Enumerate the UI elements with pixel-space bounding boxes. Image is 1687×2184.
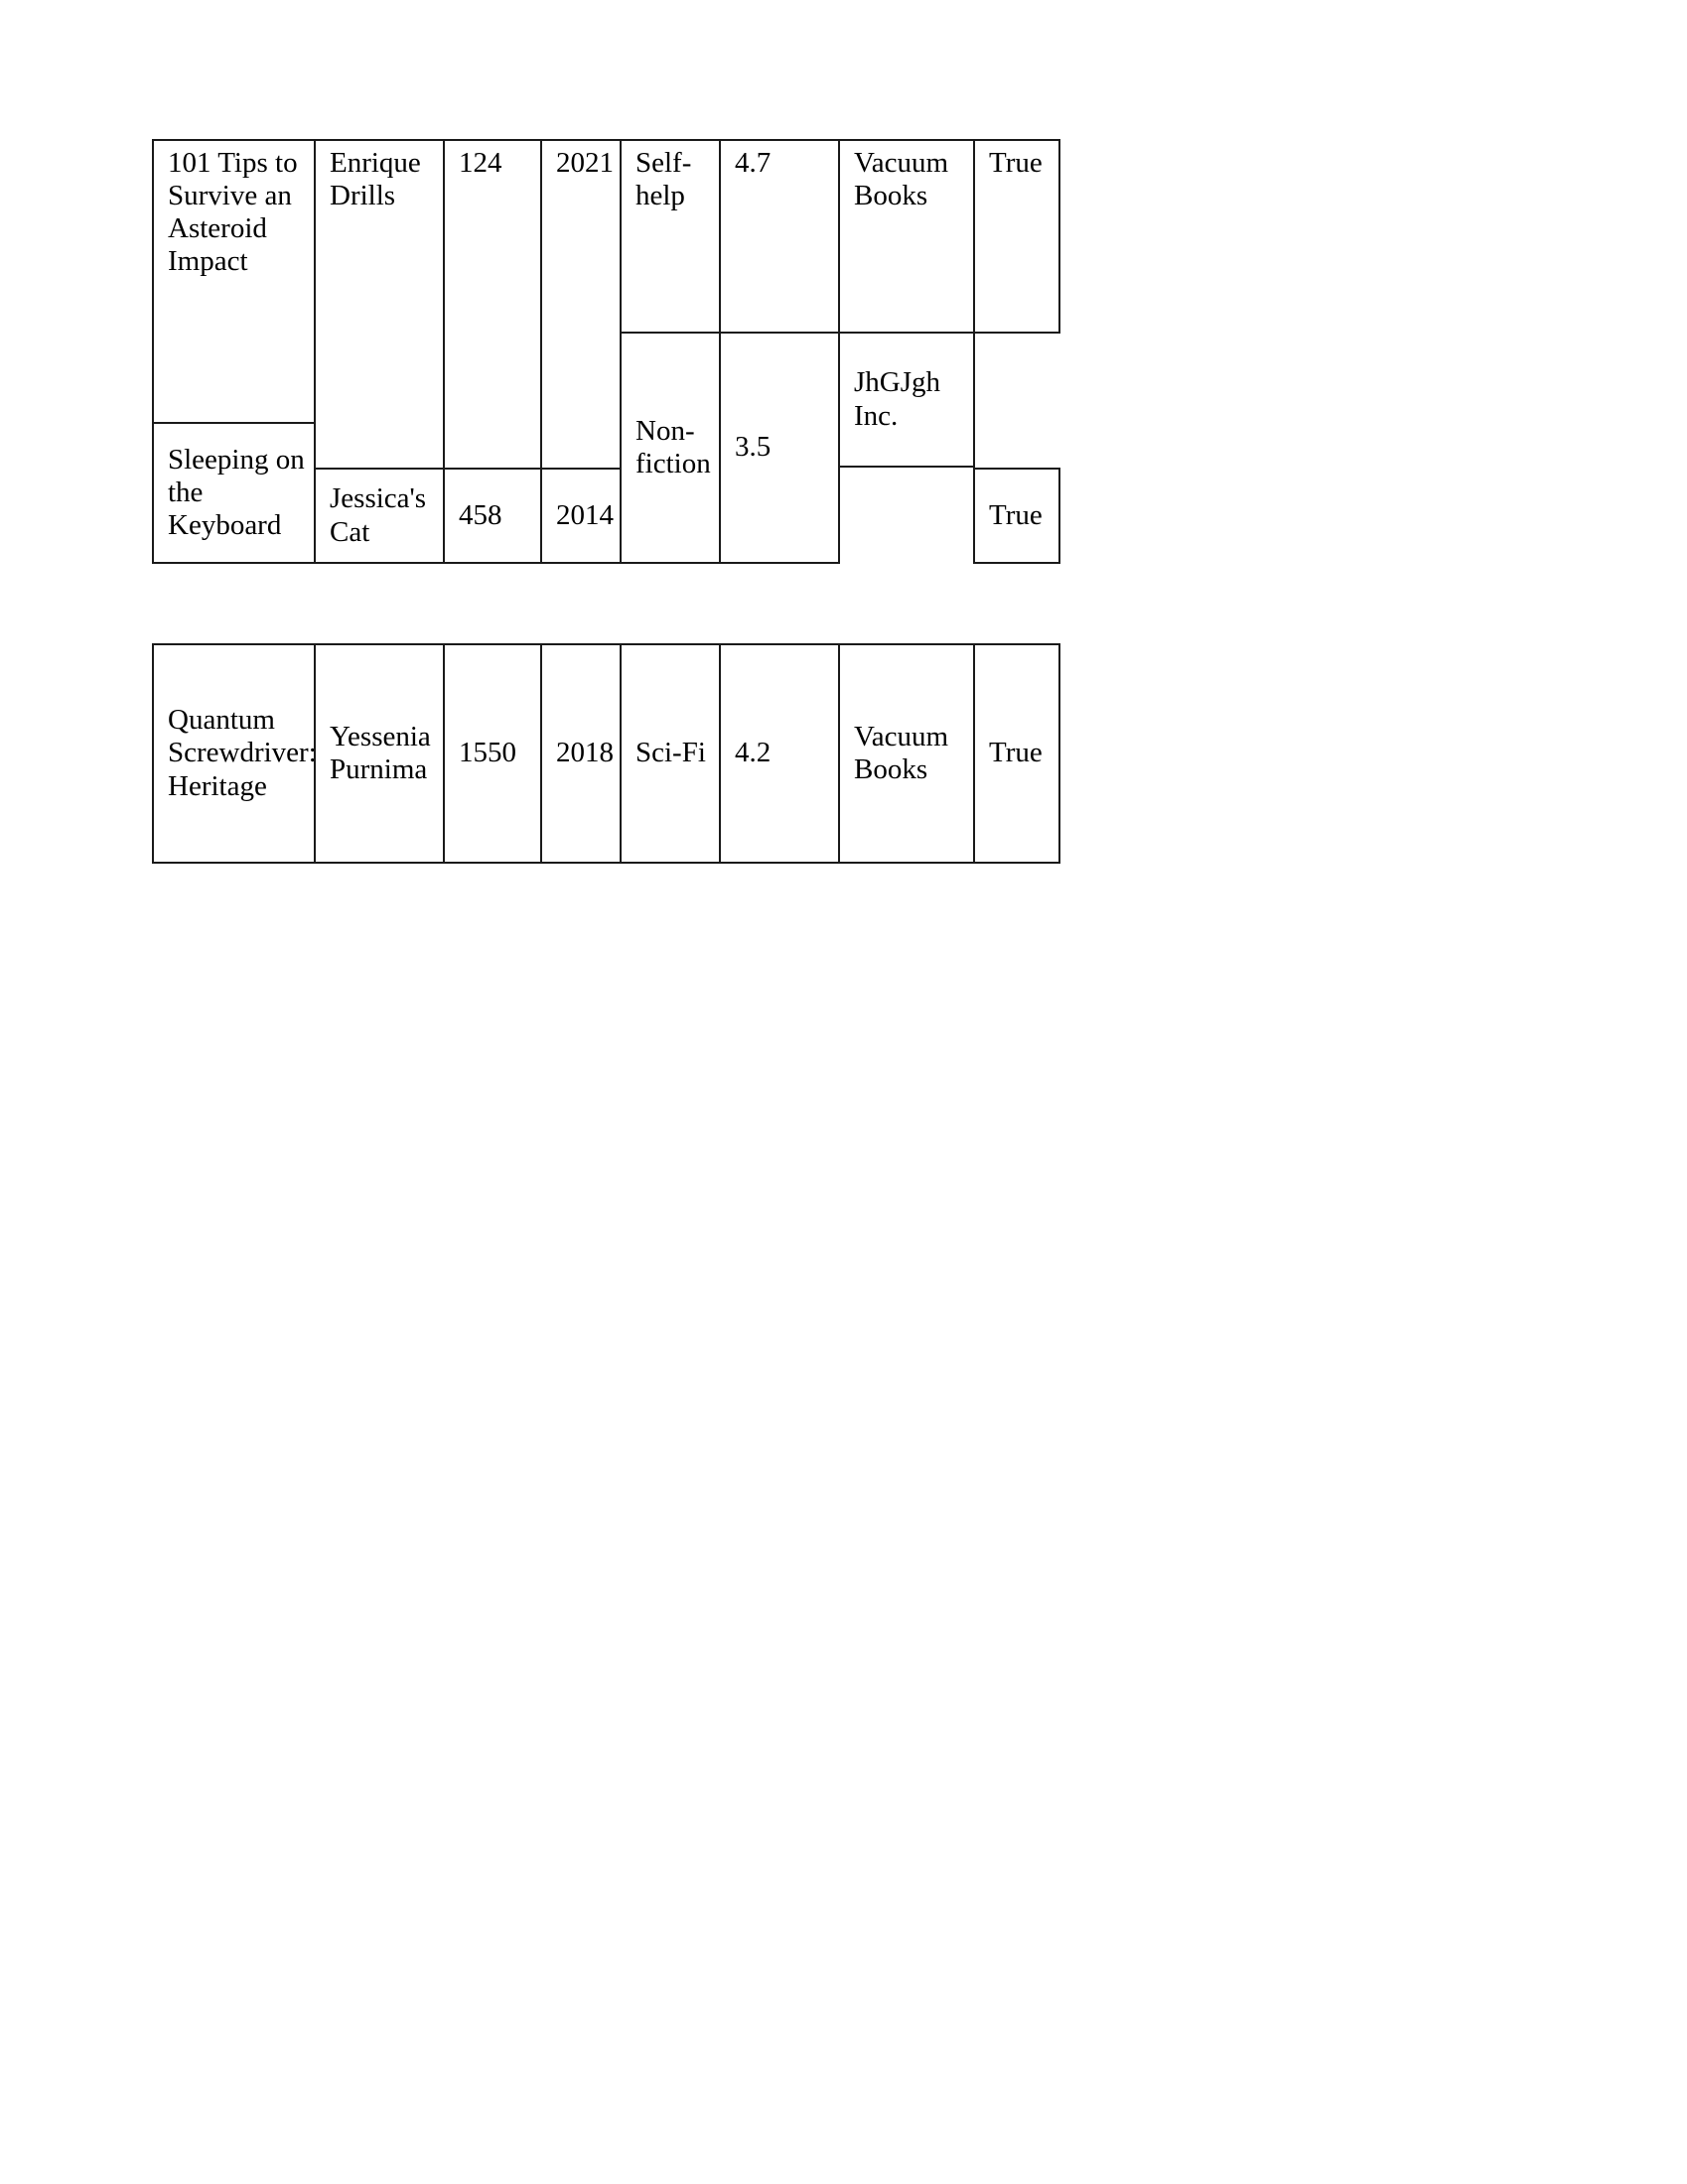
cell-text: Sleeping on the Keyboard xyxy=(168,443,305,542)
cell-text: True xyxy=(989,737,1043,769)
cell-text: Yessenia Purnima xyxy=(330,720,431,785)
cell-text: True xyxy=(989,498,1043,531)
table-cell-in-stock: True xyxy=(973,643,1060,864)
table-cell-year: 2018 xyxy=(540,643,622,864)
table-cell-pages: 1550 xyxy=(443,643,542,864)
table-cell-title: Sleeping on the Keyboard xyxy=(152,422,316,564)
table-cell-publisher: Vacuum Books xyxy=(838,139,975,334)
table-cell-author: Yessenia Purnima xyxy=(314,643,445,864)
cell-text: 1550 xyxy=(459,737,516,769)
cell-text: JhGJgh Inc. xyxy=(854,366,941,432)
cell-text: 2014 xyxy=(556,498,614,531)
cell-text: Jessica's Cat xyxy=(330,482,427,548)
table-cell-rating: 4.7 xyxy=(719,139,840,334)
cell-text: Quantum Screwdriver: Heritage xyxy=(168,704,317,802)
cell-text: 4.2 xyxy=(735,737,772,769)
book-inventory-table: 101 Tips to Survive an Asteroid Impact E… xyxy=(0,0,1687,893)
table-cell-author: Jessica's Cat xyxy=(314,468,445,564)
table-cell-publisher: Vacuum Books xyxy=(838,643,975,864)
cell-text: Non-fiction xyxy=(635,414,711,479)
table-cell-author: Enrique Drills xyxy=(314,139,445,470)
table-cell-pages: 458 xyxy=(443,468,542,564)
table-cell-publisher: JhGJgh Inc. xyxy=(838,332,975,468)
cell-text: 3.5 xyxy=(735,431,772,464)
table-cell-genre: Self-help xyxy=(620,139,721,334)
document-page: 101 Tips to Survive an Asteroid Impact E… xyxy=(0,0,1687,2184)
cell-text: Sci-Fi xyxy=(635,737,706,769)
table-cell-title: 101 Tips to Survive an Asteroid Impact xyxy=(152,139,316,424)
table-cell-year: 2021 xyxy=(540,139,622,470)
cell-text: 458 xyxy=(459,498,502,531)
table-cell-rating: 4.2 xyxy=(719,643,840,864)
table-cell-title: Quantum Screwdriver: Heritage xyxy=(152,643,317,864)
table-cell-in-stock: True xyxy=(973,139,1060,334)
cell-text: Vacuum Books xyxy=(854,720,949,785)
table-cell-genre: Sci-Fi xyxy=(620,643,721,864)
table-cell-rating: 3.5 xyxy=(719,332,840,564)
table-cell-genre: Non-fiction xyxy=(620,332,721,564)
table-cell-year: 2014 xyxy=(540,468,622,564)
table-cell-pages: 124 xyxy=(443,139,542,470)
cell-text: 2018 xyxy=(556,737,614,769)
table-cell-in-stock: True xyxy=(973,468,1060,564)
